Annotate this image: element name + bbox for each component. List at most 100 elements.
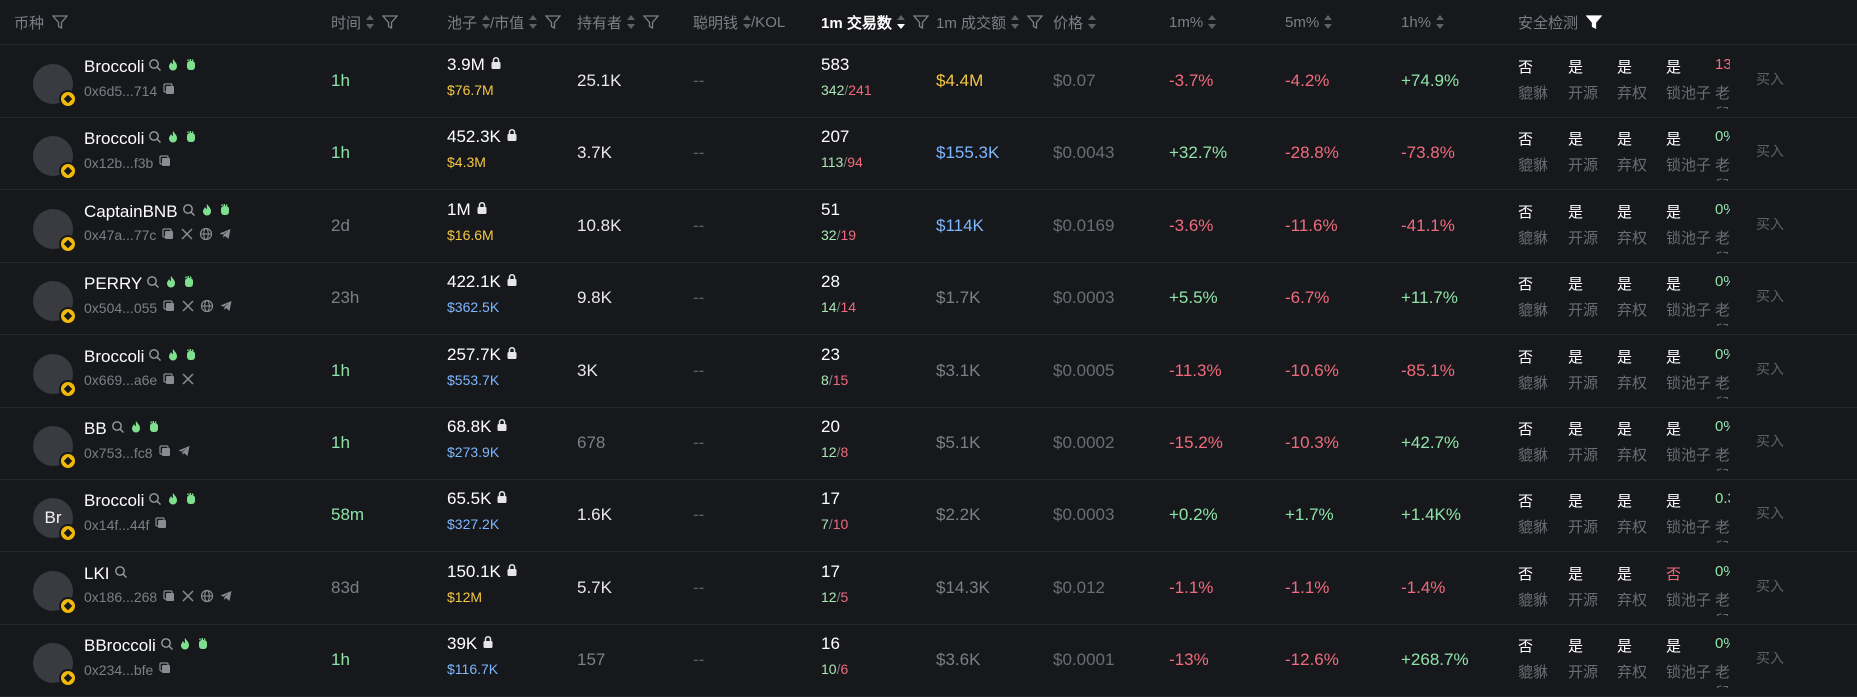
- token-name-line[interactable]: Broccoli: [84, 129, 198, 149]
- table-row[interactable]: PERRY 0x504...055 23h 422.1K $362.5K 9.8K -- 28…: [0, 262, 1857, 336]
- table-row[interactable]: CaptainBNB 0x47a...77c 2d 1M $16.6M 10.8K -- 51…: [0, 190, 1857, 263]
- sort-icon[interactable]: [366, 15, 375, 29]
- buy-button[interactable]: 买入: [1756, 648, 1784, 668]
- token-name[interactable]: BB: [84, 419, 107, 439]
- col-holders[interactable]: 持有者: [577, 12, 660, 32]
- copy-icon[interactable]: [162, 372, 176, 389]
- table-row[interactable]: Broccoli 0x12b...f3b 1h 452.3K $4.3M 3.7K -- 20…: [0, 117, 1857, 191]
- token-name-line[interactable]: LKI: [84, 564, 128, 584]
- sort-desc-icon[interactable]: [896, 15, 905, 29]
- token-name[interactable]: Broccoli: [84, 347, 144, 367]
- copy-icon[interactable]: [161, 227, 175, 244]
- x-icon[interactable]: [180, 227, 194, 244]
- table-row[interactable]: Br Broccoli 0x14f...44f 58m 65.5K $327.2K 1.6K…: [0, 479, 1857, 553]
- tg-icon[interactable]: [219, 299, 233, 316]
- buy-button[interactable]: 买入: [1756, 359, 1784, 379]
- sort-icon[interactable]: [1011, 15, 1020, 29]
- filter-icon[interactable]: [1027, 15, 1044, 29]
- search-icon[interactable]: [114, 564, 128, 584]
- security-label: 弃权: [1617, 157, 1648, 175]
- filter-icon[interactable]: [545, 15, 562, 29]
- search-icon[interactable]: [148, 491, 162, 511]
- web-icon[interactable]: [199, 227, 213, 244]
- x-icon[interactable]: [181, 589, 195, 606]
- filter-icon[interactable]: [643, 15, 660, 29]
- col-smart[interactable]: 聪明钱 /KOL: [693, 12, 785, 32]
- buy-button[interactable]: 买入: [1756, 286, 1784, 306]
- copy-icon[interactable]: [162, 589, 176, 606]
- col-1h[interactable]: 1h%: [1401, 12, 1445, 32]
- copy-icon[interactable]: [158, 154, 172, 171]
- sort-icon[interactable]: [529, 15, 538, 29]
- table-row[interactable]: Broccoli 0x6d5...714 1h 3.9M $76.7M 25.1K -- 58…: [0, 45, 1857, 118]
- security-label: 锁池子: [1666, 302, 1712, 320]
- col-pool[interactable]: 池子 /市值: [447, 12, 562, 32]
- token-name[interactable]: Broccoli: [84, 129, 144, 149]
- buy-button[interactable]: 买入: [1756, 214, 1784, 234]
- copy-icon[interactable]: [154, 516, 168, 533]
- col-price[interactable]: 价格: [1053, 12, 1097, 32]
- search-icon[interactable]: [182, 202, 196, 222]
- tg-icon[interactable]: [219, 589, 233, 606]
- web-icon[interactable]: [200, 589, 214, 606]
- col-volume[interactable]: 1m 成交额: [936, 12, 1044, 32]
- col-age[interactable]: 时间: [331, 12, 399, 32]
- table-row[interactable]: BB 0x753...fc8 1h 68.8K $273.9K 678 -- 20 12/8 $5…: [0, 407, 1857, 480]
- sort-icon[interactable]: [1436, 15, 1445, 29]
- x-icon[interactable]: [181, 299, 195, 316]
- token-name-line[interactable]: CaptainBNB: [84, 202, 232, 222]
- copy-icon[interactable]: [162, 82, 176, 99]
- buy-button[interactable]: 买入: [1756, 503, 1784, 523]
- sort-icon[interactable]: [743, 15, 752, 29]
- token-name-line[interactable]: Broccoli: [84, 491, 198, 511]
- buy-button[interactable]: 买入: [1756, 576, 1784, 596]
- buy-button[interactable]: 买入: [1756, 141, 1784, 161]
- copy-icon[interactable]: [158, 444, 172, 461]
- filter-icon[interactable]: [52, 15, 69, 29]
- col-token[interactable]: 币种: [14, 12, 69, 32]
- table-row[interactable]: LKI 0x186...268 83d 150.1K $12M 5.7K -- 17 12/5 $…: [0, 552, 1857, 625]
- token-name-line[interactable]: Broccoli: [84, 57, 198, 77]
- security-value: 是: [1617, 421, 1633, 438]
- search-icon[interactable]: [146, 274, 160, 294]
- col-security[interactable]: 安全检测: [1518, 12, 1603, 32]
- search-icon[interactable]: [111, 419, 125, 439]
- sort-icon[interactable]: [482, 15, 491, 29]
- token-name-line[interactable]: BBroccoli: [84, 636, 210, 656]
- x-icon[interactable]: [181, 372, 195, 389]
- col-txns[interactable]: 1m 交易数: [821, 12, 929, 32]
- filter-icon[interactable]: [912, 15, 929, 29]
- copy-icon[interactable]: [158, 661, 172, 678]
- token-name[interactable]: LKI: [84, 564, 110, 584]
- token-name[interactable]: BBroccoli: [84, 636, 156, 656]
- search-icon[interactable]: [148, 129, 162, 149]
- sort-icon[interactable]: [1208, 15, 1217, 29]
- table-row[interactable]: BBroccoli 0x234...bfe 1h 39K $116.7K 157 -- 16 1…: [0, 624, 1857, 697]
- col-1m[interactable]: 1m%: [1169, 12, 1217, 32]
- filter-active-icon[interactable]: [1586, 15, 1603, 29]
- sort-icon[interactable]: [627, 15, 636, 29]
- buy-button[interactable]: 买入: [1756, 69, 1784, 89]
- buy-button[interactable]: 买入: [1756, 431, 1784, 451]
- search-icon[interactable]: [148, 57, 162, 77]
- sort-icon[interactable]: [1324, 15, 1333, 29]
- change-1h: -1.4%: [1401, 577, 1446, 597]
- tg-icon[interactable]: [177, 444, 191, 461]
- token-name[interactable]: Broccoli: [84, 57, 144, 77]
- table-row[interactable]: Broccoli 0x669...a6e 1h 257.7K $553.7K 3K -- 23…: [0, 335, 1857, 408]
- filter-icon[interactable]: [382, 15, 399, 29]
- search-icon[interactable]: [148, 347, 162, 367]
- col-5m[interactable]: 5m%: [1285, 12, 1333, 32]
- tg-icon[interactable]: [218, 227, 232, 244]
- copy-icon[interactable]: [162, 299, 176, 316]
- web-icon[interactable]: [200, 299, 214, 316]
- token-name[interactable]: CaptainBNB: [84, 202, 178, 222]
- token-name[interactable]: PERRY: [84, 274, 142, 294]
- search-icon[interactable]: [160, 636, 174, 656]
- token-name-line[interactable]: BB: [84, 419, 161, 439]
- token-name-line[interactable]: PERRY: [84, 274, 196, 294]
- token-name-line[interactable]: Broccoli: [84, 347, 198, 367]
- security-label: 开源: [1568, 519, 1599, 537]
- token-name[interactable]: Broccoli: [84, 491, 144, 511]
- sort-icon[interactable]: [1088, 15, 1097, 29]
